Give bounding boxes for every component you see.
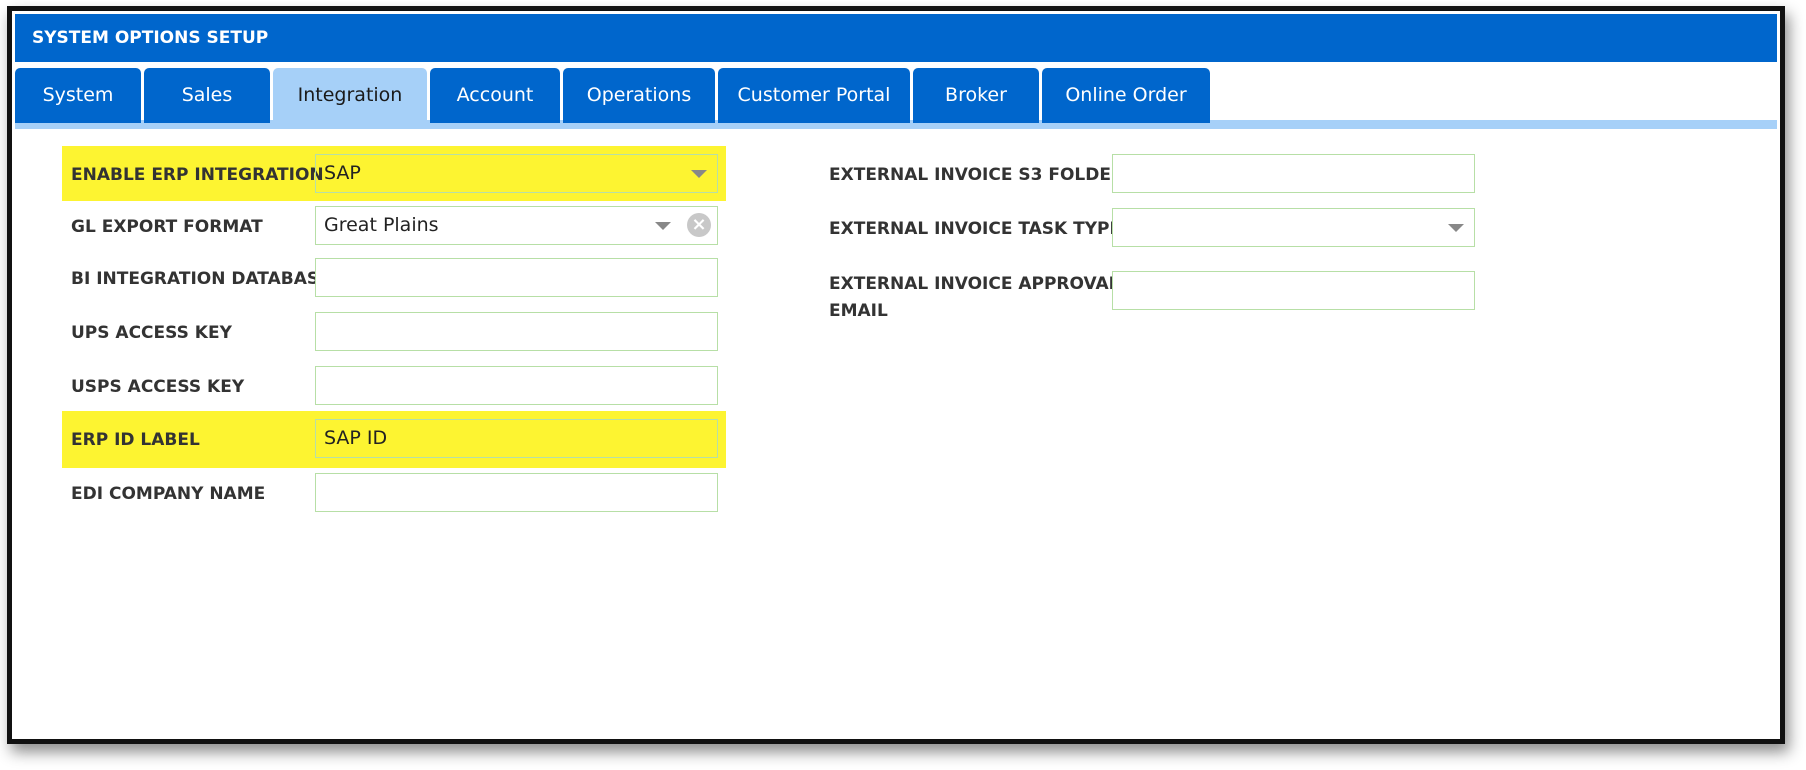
gl-export-select[interactable]: Great Plains ×: [315, 206, 718, 245]
bi-database-label: BI INTEGRATION DATABASE: [71, 269, 331, 289]
ups-key-input[interactable]: [315, 312, 718, 351]
erp-id-label-value: SAP ID: [324, 427, 388, 449]
edi-company-input[interactable]: [315, 473, 718, 512]
gl-export-label: GL EXPORT FORMAT: [71, 217, 263, 237]
approval-email-input[interactable]: [1112, 271, 1475, 310]
app-window: SYSTEM OPTIONS SETUP System Sales Integr…: [7, 6, 1785, 744]
approval-email-label: EXTERNAL INVOICE APPROVAL EMAIL: [829, 271, 1120, 325]
tab-online-order[interactable]: Online Order: [1042, 68, 1210, 123]
enable-erp-value: SAP: [324, 162, 361, 184]
page-title: SYSTEM OPTIONS SETUP: [15, 14, 1777, 62]
tab-customer-portal[interactable]: Customer Portal: [718, 68, 910, 123]
tab-integration[interactable]: Integration: [273, 68, 427, 129]
s3-folder-label: EXTERNAL INVOICE S3 FOLDER: [829, 165, 1125, 185]
edi-company-label: EDI COMPANY NAME: [71, 484, 266, 504]
ups-key-label: UPS ACCESS KEY: [71, 323, 232, 343]
tab-broker[interactable]: Broker: [913, 68, 1039, 123]
enable-erp-select[interactable]: SAP: [315, 154, 718, 193]
tab-account[interactable]: Account: [430, 68, 560, 123]
bi-database-input[interactable]: [315, 258, 718, 297]
usps-key-label: USPS ACCESS KEY: [71, 377, 245, 397]
s3-folder-input[interactable]: [1112, 154, 1475, 193]
chevron-down-icon[interactable]: [655, 222, 671, 230]
task-type-label: EXTERNAL INVOICE TASK TYPE: [829, 219, 1122, 239]
gl-export-value: Great Plains: [324, 214, 439, 236]
approval-email-label-line1: EXTERNAL INVOICE APPROVAL: [829, 274, 1120, 294]
chevron-down-icon[interactable]: [1448, 224, 1464, 232]
task-type-select[interactable]: [1112, 208, 1475, 247]
tab-system[interactable]: System: [15, 68, 141, 123]
erp-id-label-input[interactable]: SAP ID: [315, 419, 718, 458]
erp-id-label-label: ERP ID LABEL: [71, 430, 200, 450]
tab-bar: System Sales Integration Account Operati…: [15, 68, 1777, 129]
tab-sales[interactable]: Sales: [144, 68, 270, 123]
tab-operations[interactable]: Operations: [563, 68, 715, 123]
usps-key-input[interactable]: [315, 366, 718, 405]
chevron-down-icon[interactable]: [691, 170, 707, 178]
clear-icon[interactable]: ×: [687, 213, 711, 237]
approval-email-label-line2: EMAIL: [829, 301, 888, 321]
enable-erp-label: ENABLE ERP INTEGRATION: [71, 165, 324, 185]
